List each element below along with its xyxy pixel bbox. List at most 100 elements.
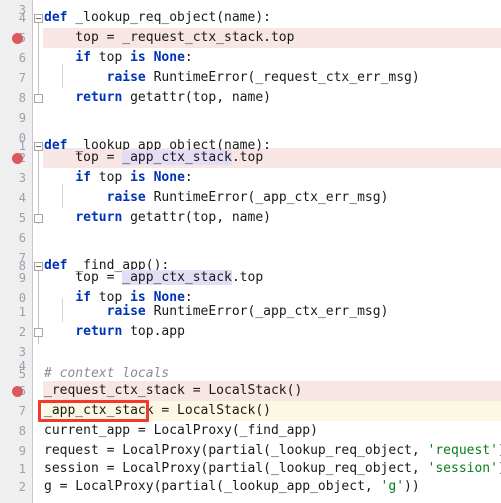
code-line[interactable]: def _lookup_req_object(name): — [44, 8, 271, 28]
fold-end-icon[interactable] — [34, 214, 43, 223]
code-token: getattr(top, name) — [122, 90, 271, 105]
line-number: 2 — [18, 480, 26, 494]
code-line[interactable]: if top is None: — [44, 168, 193, 188]
code-token: top = _request_ctx_stack.top — [44, 30, 295, 45]
line-number: 1 — [18, 462, 26, 476]
code-token: : — [184, 50, 193, 65]
line-number: 3 — [18, 171, 26, 185]
code-token: raise — [106, 304, 146, 319]
code-token: raise — [106, 70, 146, 85]
code-line[interactable]: _request_ctx_stack = LocalStack() — [44, 381, 302, 401]
fold-collapse-icon[interactable] — [34, 262, 43, 271]
line-number: 9 — [18, 444, 26, 458]
code-token: _request_ctx_stack = LocalStack() — [44, 383, 303, 398]
line-number: 4 — [18, 11, 26, 25]
code-token: top — [90, 50, 131, 65]
code-token: return — [75, 324, 123, 339]
code-token: is — [130, 50, 146, 65]
code-token: if — [75, 170, 91, 185]
code-token: None — [153, 170, 185, 185]
code-token: return — [75, 90, 123, 105]
breakpoint-marker[interactable] — [12, 33, 23, 44]
gutter-separator — [32, 0, 33, 503]
code-token: request = LocalProxy(partial(_lookup_req… — [44, 443, 428, 458]
code-line[interactable]: raise RuntimeError(_app_ctx_err_msg) — [44, 302, 389, 322]
line-number: 8 — [18, 424, 26, 438]
code-token: return — [75, 210, 123, 225]
line-number: 9 — [18, 271, 26, 285]
line-number: 2 — [18, 325, 26, 339]
code-token: raise — [106, 190, 146, 205]
breakpoint-marker[interactable] — [12, 386, 23, 397]
code-token: top.app — [122, 324, 185, 339]
code-line[interactable]: top = _app_ctx_stack.top — [44, 268, 263, 288]
code-line[interactable]: top = _app_ctx_stack.top — [44, 148, 263, 168]
code-line[interactable]: raise RuntimeError(_request_ctx_err_msg) — [44, 68, 420, 88]
code-token: # context locals — [44, 366, 170, 381]
code-token: getattr(top, name) — [122, 210, 271, 225]
line-number: 8 — [18, 91, 26, 105]
code-token: RuntimeError(_request_ctx_err_msg) — [145, 70, 420, 85]
code-line[interactable]: return top.app — [44, 322, 185, 342]
fold-region-line — [38, 144, 39, 224]
code-token: top — [90, 170, 131, 185]
code-line[interactable]: current_app = LocalProxy(_find_app) — [44, 421, 318, 441]
code-token: 'request' — [427, 443, 498, 458]
code-line[interactable]: return getattr(top, name) — [44, 88, 271, 108]
code-token: .top — [231, 150, 264, 165]
code-token: : — [184, 170, 193, 185]
line-number: 6 — [18, 231, 26, 245]
line-number: 6 — [18, 51, 26, 65]
fold-end-icon[interactable] — [34, 328, 43, 337]
fold-collapse-icon[interactable] — [34, 142, 43, 151]
code-line[interactable]: raise RuntimeError(_app_ctx_err_msg) — [44, 188, 389, 208]
fold-box — [34, 328, 43, 337]
code-token: def — [44, 10, 68, 25]
code-line[interactable]: _app_ctx_stack = LocalStack() — [44, 401, 271, 421]
code-token: top = — [44, 150, 123, 165]
code-token: = LocalStack() — [153, 403, 271, 418]
fold-box — [34, 214, 43, 223]
code-token: _app_ctx_stack — [122, 150, 232, 165]
fold-end-icon[interactable] — [34, 94, 43, 103]
code-line[interactable]: request = LocalProxy(partial(_lookup_req… — [44, 441, 501, 461]
code-token: None — [153, 50, 185, 65]
code-token: _lookup_req_object — [75, 10, 217, 25]
code-token: _app_ctx_stack — [122, 270, 232, 285]
code-token: 'session' — [427, 461, 498, 476]
code-token: current_app = LocalProxy(_find_app) — [44, 423, 318, 438]
fold-collapse-icon[interactable] — [34, 14, 43, 23]
code-token: (name): — [216, 10, 271, 25]
line-number: 7 — [18, 404, 26, 418]
fold-box — [34, 94, 43, 103]
breakpoint-marker[interactable] — [12, 153, 23, 164]
code-line[interactable]: top = _request_ctx_stack.top — [44, 28, 294, 48]
fold-minus-glyph — [36, 146, 41, 147]
code-token: 'g' — [380, 479, 405, 494]
code-token: RuntimeError(_app_ctx_err_msg) — [145, 190, 389, 205]
code-token: session = LocalProxy(partial(_lookup_req… — [44, 461, 428, 476]
line-number: 5 — [18, 211, 26, 225]
fold-region-line — [38, 16, 39, 96]
code-editor[interactable]: 34567890123456789012345678912 def _looku… — [0, 0, 501, 503]
fold-minus-glyph — [36, 18, 41, 19]
code-line[interactable]: if top is None: — [44, 48, 193, 68]
code-line[interactable]: session = LocalProxy(partial(_lookup_req… — [44, 459, 501, 479]
code-line[interactable]: return getattr(top, name) — [44, 208, 271, 228]
code-token: is — [130, 170, 146, 185]
line-number: 4 — [18, 191, 26, 205]
code-token: g = LocalProxy(partial(_lookup_app_objec… — [44, 479, 381, 494]
fold-minus-glyph — [36, 266, 41, 267]
code-token: )) — [404, 479, 420, 494]
code-line[interactable]: g = LocalProxy(partial(_lookup_app_objec… — [44, 477, 420, 497]
line-number: 9 — [18, 111, 26, 125]
